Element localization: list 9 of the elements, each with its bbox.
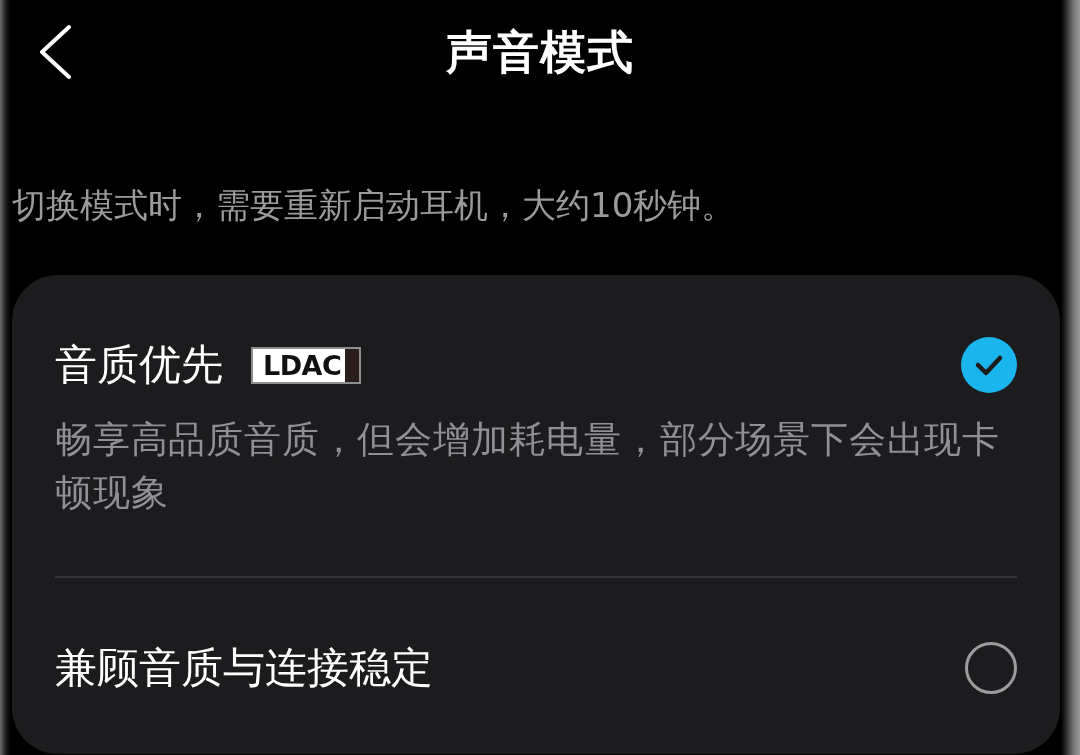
check-circle-icon[interactable] bbox=[961, 337, 1017, 393]
option-description: 畅享高品质音质，但会增加耗电量，部分场景下会出现卡顿现象 bbox=[55, 417, 1001, 516]
hint-text: 切换模式时，需要重新启动耳机，大约10秒钟。 bbox=[11, 184, 737, 227]
page-title: 声音模式 bbox=[446, 24, 634, 81]
option-title: 音质优先 bbox=[55, 339, 223, 391]
option-title: 兼顾音质与连接稳定 bbox=[55, 642, 433, 694]
chevron-left-icon bbox=[38, 25, 72, 79]
codec-tag: LDAC bbox=[251, 346, 362, 384]
radio-circle-icon[interactable] bbox=[965, 642, 1017, 694]
